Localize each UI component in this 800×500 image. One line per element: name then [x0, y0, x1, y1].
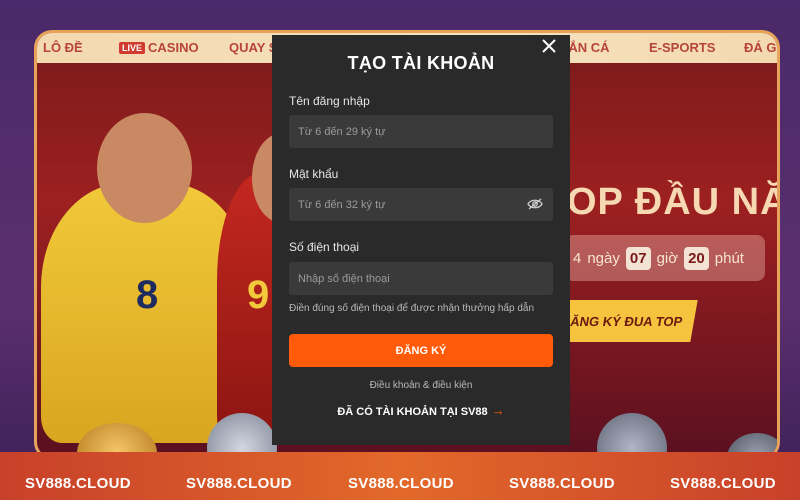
phone-input[interactable] [298, 272, 518, 285]
countdown-minutes-value: 20 [684, 246, 709, 270]
countdown-minutes-label: phút [714, 249, 744, 267]
password-label: Mật khẩu [289, 167, 339, 181]
nav-item-lo-de[interactable]: LÔ ĐỀ [43, 40, 83, 55]
nav-item-casino-label: CASINO [148, 40, 199, 55]
password-input[interactable] [298, 198, 518, 211]
register-button[interactable]: ĐĂNG KÝ [289, 334, 553, 367]
jersey-number: 9 [247, 273, 270, 317]
race-register-button[interactable]: ĂNG KÝ ĐUA TOP [555, 300, 698, 342]
promo-title: OP ĐẦU NĂM [567, 181, 777, 223]
nav-item-esports[interactable]: E-SPORTS [649, 40, 715, 55]
footer-domain-text: SV888.CLOUD [25, 475, 131, 492]
close-icon [542, 39, 556, 53]
phone-field-wrap [289, 262, 553, 295]
footer-domain-text: SV888.CLOUD [186, 475, 292, 492]
countdown-timer: 4 ngày 07 giờ 20 phút [565, 235, 765, 281]
phone-label: Số điện thoại [289, 240, 360, 254]
player-head [97, 113, 192, 223]
modal-title: TẠO TÀI KHOẢN [347, 53, 495, 73]
live-badge: LIVE [119, 42, 146, 54]
username-field-wrap [289, 115, 553, 148]
login-link[interactable]: ĐÃ CÓ TÀI KHOẢN TẠI SV88 → [272, 403, 570, 418]
password-field-wrap [289, 188, 553, 221]
countdown-hours-value: 07 [625, 246, 651, 270]
footer-domain-strip: SV888.CLOUD SV888.CLOUD SV888.CLOUD SV88… [0, 452, 800, 500]
phone-hint: Điền đúng số điện thoại để được nhận thư… [289, 303, 535, 314]
nav-item-da-ga[interactable]: ĐÁ GÀ [744, 40, 777, 55]
username-input[interactable] [298, 125, 518, 138]
terms-link[interactable]: Điều khoản & điều kiện [272, 380, 570, 391]
login-link-label: ĐÃ CÓ TÀI KHOẢN TẠI SV88 [337, 406, 488, 418]
register-modal: TẠO TÀI KHOẢN Tên đăng nhập Mật khẩu Số … [272, 35, 570, 445]
jersey-number: 8 [136, 273, 159, 317]
eye-icon[interactable] [527, 197, 543, 211]
countdown-days-value: 4 [573, 249, 582, 267]
footer-domain-text: SV888.CLOUD [348, 475, 454, 492]
countdown-hours-label: giờ [656, 249, 679, 267]
username-label: Tên đăng nhập [289, 94, 370, 108]
countdown-days-label: ngày [587, 249, 620, 267]
footer-domain-text: SV888.CLOUD [509, 475, 615, 492]
arrow-right-icon: → [491, 403, 505, 418]
nav-item-casino[interactable]: LIVE CASINO [119, 40, 199, 55]
footer-domain-text: SV888.CLOUD [670, 475, 776, 492]
